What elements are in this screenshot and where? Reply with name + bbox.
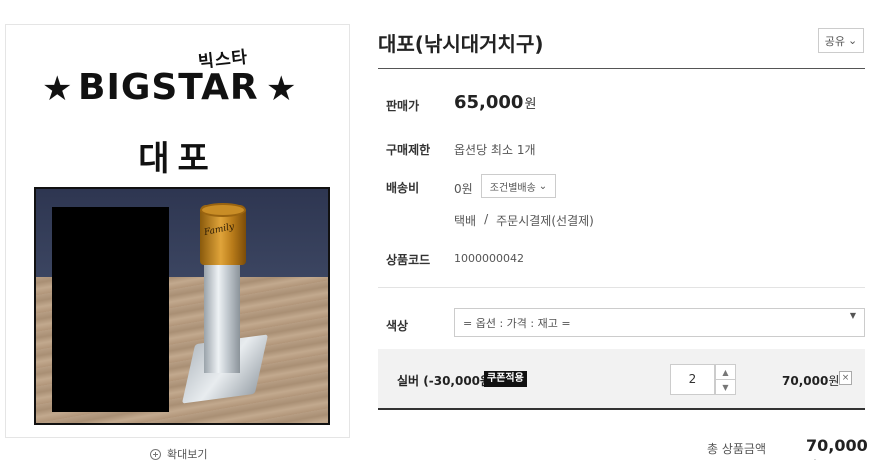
color-option-select[interactable]: = 옵션 : 가격 : 재고 = ▼ — [454, 308, 865, 337]
coupon-apply-button[interactable]: 쿠폰적용 — [484, 371, 527, 387]
product-title: 대포(낚시대거치구) — [378, 32, 544, 56]
total-price-label: 총 상품금액 — [707, 442, 767, 456]
quantity-input[interactable]: 2 — [670, 364, 715, 395]
option-price-unit: 원 — [828, 374, 840, 388]
price-amount: 65,000 — [454, 92, 524, 113]
purchase-limit-value: 옵션당 최소 1개 — [454, 143, 536, 157]
shipping-condition-label: 조건별배송 — [489, 182, 536, 194]
select-placeholder: = 옵션 : 가격 : 재고 = — [463, 316, 571, 330]
shipping-method-row: 택배 / 주문시결제(선결제) — [454, 212, 594, 229]
product-photo: Family — [34, 187, 330, 425]
purchase-limit-label: 구매제한 — [386, 143, 431, 157]
product-image-frame: 빅스타 ★ BIGSTAR ★ 대포 Family — [5, 24, 350, 438]
brand-logo: 빅스타 ★ BIGSTAR ★ — [6, 37, 349, 127]
shipping-condition-button[interactable]: 조건별배송 ⌄ — [481, 174, 556, 198]
star-left-icon: ★ — [42, 69, 73, 109]
total-price-value: 70,000원 — [806, 436, 869, 460]
product-code-label: 상품코드 — [386, 253, 431, 267]
shipping-payment: 주문시결제(선결제) — [496, 214, 594, 228]
option-price-amount: 70,000 — [782, 374, 829, 388]
shipping-method: 택배 — [454, 214, 477, 228]
chevron-down-icon: ▼ — [722, 382, 729, 392]
selected-option-row: 실버 (-30,000원) 쿠폰적용 2 ▲ ▼ 70,000원 × — [378, 349, 865, 410]
color-option-label: 색상 — [386, 319, 409, 333]
holder-tube — [204, 263, 240, 373]
quantity-increase-button[interactable]: ▲ — [715, 364, 736, 380]
price-value: 65,000원 — [454, 92, 536, 113]
zoom-button[interactable]: 확대보기 — [150, 446, 207, 460]
options-divider — [378, 287, 865, 288]
chevron-down-icon: ⌄ — [848, 34, 858, 47]
remove-option-button[interactable]: × — [839, 371, 852, 385]
title-divider — [378, 68, 865, 69]
share-button[interactable]: 공유 ⌄ — [818, 28, 864, 53]
chevron-up-icon: ▲ — [722, 367, 729, 377]
brand-main-text: BIGSTAR — [78, 67, 259, 108]
holder-cap-rim — [200, 203, 246, 217]
close-icon: × — [841, 373, 850, 383]
selected-option-name: 실버 (-30,000원) — [397, 374, 497, 388]
product-name-image-text: 대포 — [138, 139, 217, 179]
quantity-decrease-button[interactable]: ▼ — [715, 379, 736, 395]
selected-option-price: 70,000원 — [782, 372, 839, 389]
dropdown-arrow-icon: ▼ — [849, 311, 856, 320]
product-code-value: 1000000042 — [454, 252, 524, 265]
chevron-down-icon: ⌄ — [538, 180, 548, 192]
zoom-label: 확대보기 — [167, 448, 208, 460]
star-right-icon: ★ — [266, 69, 297, 109]
shipping-fee-value: 0원 — [454, 182, 473, 196]
price-label: 판매가 — [386, 99, 420, 113]
price-unit: 원 — [524, 97, 537, 112]
shipping-label: 배송비 — [386, 181, 420, 195]
redacted-area — [52, 207, 169, 412]
zoom-plus-icon — [150, 448, 161, 460]
total-price-amount: 70,000 — [806, 436, 868, 455]
share-label: 공유 — [824, 34, 846, 48]
shipping-separator: / — [484, 212, 489, 226]
